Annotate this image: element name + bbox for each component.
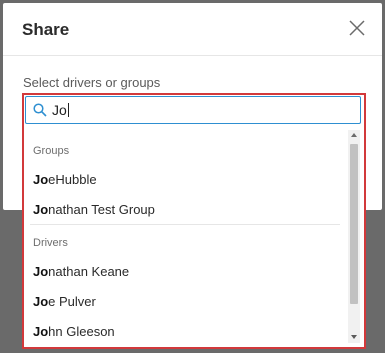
option-driver[interactable]: Joe Pulver	[33, 294, 96, 309]
search-icon	[33, 103, 47, 117]
field-label: Select drivers or groups	[23, 75, 161, 90]
modal-header: Share	[3, 3, 382, 56]
scroll-down-arrow-icon[interactable]	[351, 335, 357, 339]
group-header-drivers: Drivers	[33, 237, 68, 249]
modal-title: Share	[22, 20, 70, 39]
text-caret	[67, 103, 69, 117]
search-results-dropdown: Groups JoeHubble Jonathan Test Group Dri…	[24, 129, 364, 347]
dropdown-scrollbar[interactable]	[348, 130, 360, 343]
search-value: Jo	[52, 102, 67, 118]
option-group[interactable]: JoeHubble	[33, 172, 97, 187]
search-input[interactable]: Jo	[25, 96, 361, 124]
option-driver[interactable]: John Gleeson	[33, 324, 115, 339]
scroll-up-arrow-icon[interactable]	[351, 133, 357, 137]
close-icon	[349, 20, 365, 36]
option-driver[interactable]: Jonathan Keane	[33, 264, 129, 279]
scrollbar-thumb[interactable]	[350, 144, 358, 304]
close-button[interactable]	[348, 19, 366, 37]
group-divider	[30, 224, 340, 225]
group-header-groups: Groups	[33, 145, 70, 157]
option-group[interactable]: Jonathan Test Group	[33, 202, 155, 217]
